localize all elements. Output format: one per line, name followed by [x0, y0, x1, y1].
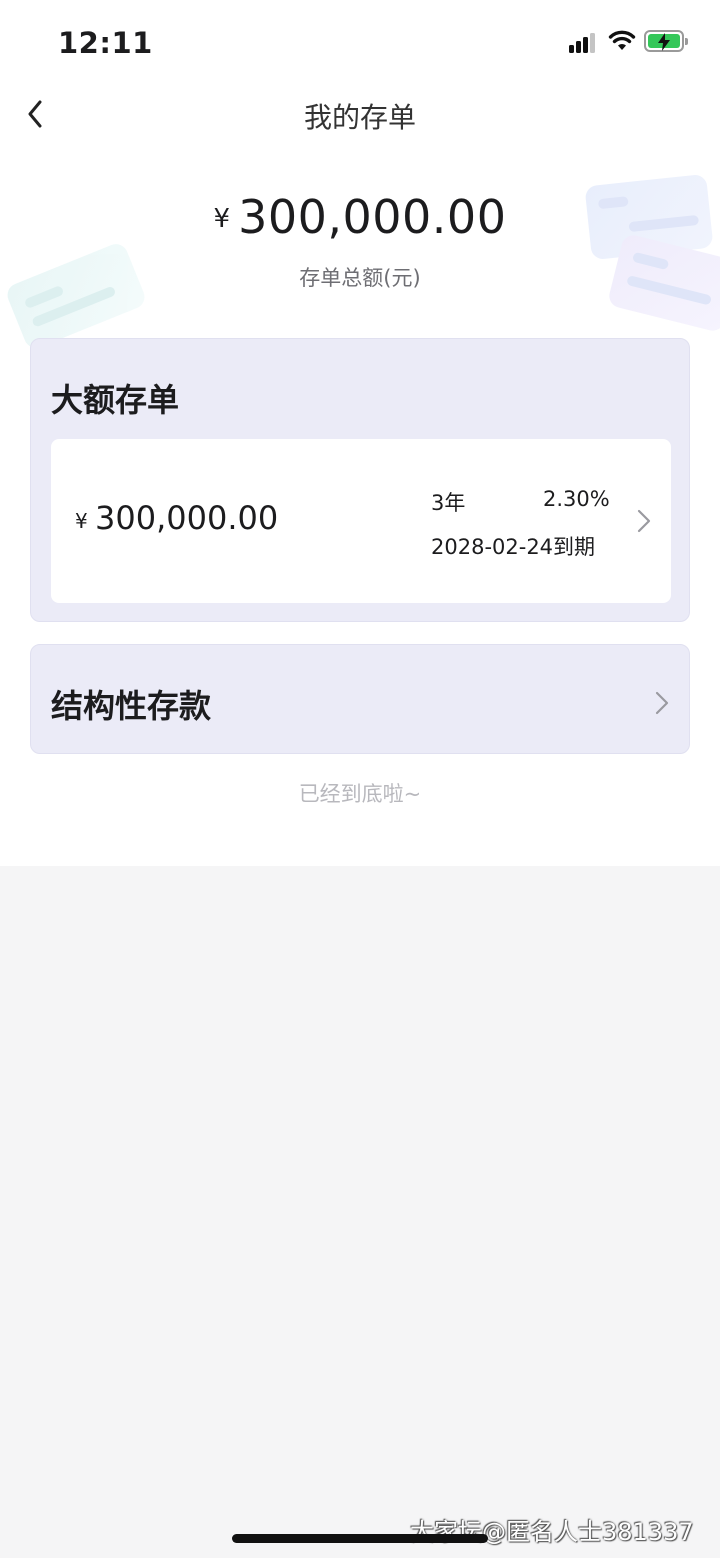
charging-bolt-icon — [658, 33, 670, 51]
deposit-item-card[interactable]: ¥ 300,000.00 3年 2.30% 2028-02-24到期 — [51, 439, 671, 603]
battery-icon — [644, 30, 688, 52]
deposit-amount: 300,000.00 — [95, 499, 279, 537]
status-bar: 12:11 — [0, 0, 720, 88]
section-title: 结构性存款 — [51, 687, 212, 725]
currency-symbol: ¥ — [213, 204, 231, 234]
section-title: 大额存单 — [51, 381, 180, 419]
cellular-signal-icon — [569, 33, 599, 53]
wifi-icon — [608, 30, 636, 50]
structured-deposit-row[interactable]: 结构性存款 — [30, 644, 690, 754]
deposit-rate: 2.30% — [543, 487, 610, 511]
end-of-list-hint: 已经到底啦~ — [298, 782, 422, 806]
page-title: 我的存单 — [303, 101, 416, 134]
total-amount-value: 300,000.00 — [238, 190, 507, 244]
content-area: 12:11 我的存单 ¥ 300,000.00 存单总额(元) 大额存单 ¥ 3… — [0, 0, 720, 866]
total-amount-label: 存单总额(元) — [299, 266, 421, 290]
large-deposit-section: 大额存单 ¥ 300,000.00 3年 2.30% 2028-02-24到期 — [30, 338, 690, 622]
status-time: 12:11 — [58, 26, 153, 60]
chevron-right-icon — [637, 509, 651, 533]
total-amount: ¥300,000.00 — [0, 190, 720, 244]
decorative-card-illustration — [3, 240, 149, 352]
currency-symbol: ¥ — [75, 509, 88, 533]
deposit-maturity-date: 2028-02-24到期 — [431, 535, 596, 559]
deposit-term: 3年 — [431, 491, 466, 515]
home-indicator[interactable] — [232, 1534, 488, 1543]
chevron-right-icon — [655, 691, 669, 715]
